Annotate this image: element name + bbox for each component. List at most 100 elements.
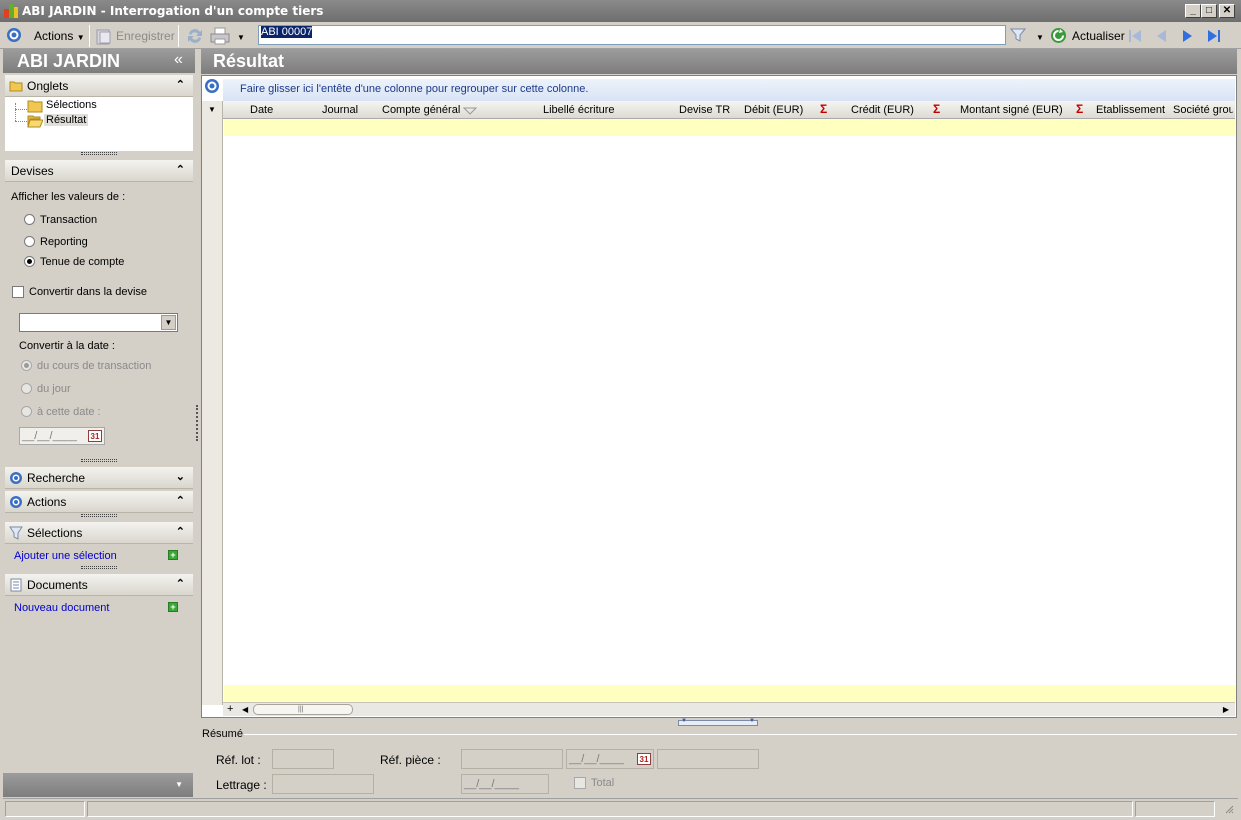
section-documents-title: Documents — [27, 578, 88, 592]
main-header: Résultat — [201, 49, 1237, 74]
piece-extra-field — [657, 749, 759, 769]
new-document-plus-icon[interactable]: + — [168, 602, 178, 612]
section-recherche-header[interactable]: Recherche ⌄ — [5, 467, 193, 489]
actions-menu-label: Actions — [34, 29, 74, 43]
actions-menu-button[interactable]: Actions ▼ — [34, 26, 85, 46]
status-cell — [1135, 801, 1215, 817]
radio-transaction-rate[interactable] — [21, 360, 32, 371]
toolbar-separator — [178, 25, 179, 47]
print-icon[interactable] — [210, 27, 230, 45]
title-bar: ABI JARDIN - Interrogation d'un compte t… — [0, 0, 1241, 22]
sum-montant-icon[interactable]: Σ — [1076, 102, 1083, 116]
calendar-icon[interactable]: 31 — [88, 430, 102, 442]
radio-transaction-rate-label: du cours de transaction — [37, 360, 152, 372]
print-dropdown-icon[interactable]: ▼ — [237, 33, 245, 42]
refresh-icon[interactable] — [1050, 27, 1067, 44]
tree-item-resultat[interactable]: Résultat — [44, 114, 89, 126]
ref-lot-label: Réf. lot : — [216, 753, 261, 767]
horizontal-scrollbar[interactable]: + ◀ ||| ▶ — [223, 702, 1235, 716]
scroll-grip-icon: ||| — [298, 706, 304, 713]
column-header-montant-signe[interactable]: Montant signé (EUR) — [960, 104, 1063, 116]
column-header-debit[interactable]: Débit (EUR) — [744, 104, 803, 116]
column-header-devise-tr[interactable]: Devise TR — [679, 104, 730, 116]
minimize-button[interactable]: _ — [1185, 4, 1201, 18]
sync-icon[interactable] — [186, 27, 204, 45]
column-header-journal[interactable]: Journal — [322, 104, 358, 116]
group-by-hint: Faire glisser ici l'entête d'une colonne… — [240, 83, 589, 95]
refresh-button[interactable]: Actualiser — [1072, 26, 1125, 46]
new-document-link[interactable]: Nouveau document — [14, 602, 109, 614]
collapse-panel-button[interactable]: « — [174, 51, 183, 69]
piece-date-placeholder: __/__/____ — [569, 753, 625, 765]
close-button[interactable]: ✕ — [1219, 4, 1235, 18]
section-tabs-header[interactable]: Onglets ⌃ — [5, 75, 193, 97]
piece-date-field: __/__/____ 31 — [566, 749, 654, 769]
section-actions-header[interactable]: Actions ⌃ — [5, 491, 193, 513]
column-header-date[interactable]: Date — [250, 104, 273, 116]
first-record-icon[interactable] — [1127, 28, 1143, 44]
toolbar-separator — [89, 25, 90, 47]
scroll-left-arrow[interactable]: ◀ — [242, 705, 248, 714]
radio-transaction[interactable] — [24, 214, 35, 225]
radio-transaction-label: Transaction — [40, 214, 98, 226]
section-devises-header[interactable]: Devises ⌃ — [5, 160, 193, 182]
add-row-button[interactable]: + — [227, 703, 233, 715]
column-header-libelle-ecriture[interactable]: Libellé écriture — [543, 104, 615, 116]
vertical-splitter-grip[interactable] — [196, 405, 198, 441]
maximize-button[interactable]: □ — [1201, 4, 1217, 18]
bottom-splitter-handle[interactable]: ▼ ▼ — [678, 718, 758, 726]
sum-credit-icon[interactable]: Σ — [933, 102, 940, 116]
previous-record-icon[interactable] — [1153, 28, 1169, 44]
filter-dropdown-icon[interactable]: ▼ — [1036, 33, 1044, 42]
column-header-credit[interactable]: Crédit (EUR) — [851, 104, 914, 116]
last-record-icon[interactable] — [1206, 28, 1222, 44]
grid-options-icon[interactable] — [204, 78, 220, 94]
resize-grip-icon[interactable] — [1224, 804, 1234, 814]
account-search-input[interactable]: ABI 00007 — [258, 25, 1006, 45]
radio-today[interactable] — [21, 383, 32, 394]
filter-icon[interactable] — [1009, 27, 1027, 43]
currency-select[interactable]: ▼ — [19, 313, 178, 332]
lettrage-date-placeholder: __/__/____ — [464, 778, 520, 790]
chevron-down-icon[interactable]: ▼ — [175, 780, 183, 789]
tree-item-selections[interactable]: Sélections — [46, 99, 97, 111]
radio-reporting[interactable] — [24, 236, 35, 247]
convert-date-input[interactable]: __/__/____ 31 — [19, 427, 105, 445]
add-selection-link[interactable]: Ajouter une sélection — [14, 550, 117, 562]
radio-tenue-de-compte-label: Tenue de compte — [40, 256, 125, 268]
radio-tenue-de-compte[interactable] — [24, 256, 35, 267]
convert-date-label: Convertir à la date : — [19, 340, 115, 352]
target-icon[interactable] — [6, 27, 22, 43]
add-selection-plus-icon[interactable]: + — [168, 550, 178, 560]
splitter-grip[interactable] — [81, 566, 117, 569]
section-selections-header[interactable]: Sélections ⌃ — [5, 522, 193, 544]
left-panel-footer: ▼ — [3, 773, 193, 797]
splitter-grip[interactable] — [81, 152, 117, 155]
section-documents-header[interactable]: Documents ⌃ — [5, 574, 193, 596]
column-header-societe-groupe[interactable]: Société grou — [1173, 104, 1233, 116]
group-by-area[interactable]: Faire glisser ici l'entête d'une colonne… — [223, 79, 1235, 101]
chevron-up-icon: ⌃ — [175, 164, 185, 176]
radio-reporting-label: Reporting — [40, 236, 88, 248]
sum-debit-icon[interactable]: Σ — [820, 102, 827, 116]
next-record-icon[interactable] — [1180, 28, 1196, 44]
scroll-right-arrow[interactable]: ▶ — [1223, 705, 1229, 714]
column-header-etablissement[interactable]: Etablissement — [1096, 104, 1165, 116]
filter-row[interactable] — [224, 119, 1235, 136]
scroll-thumb[interactable]: ||| — [253, 704, 353, 715]
company-header: ABI JARDIN « — [3, 49, 195, 73]
splitter-grip[interactable] — [81, 459, 117, 462]
column-chooser-icon[interactable]: ▼ — [208, 105, 216, 114]
row-indicator-gutter: ▼ — [202, 101, 223, 705]
lettrage-label: Lettrage : — [216, 778, 267, 792]
column-header-compte-general[interactable]: Compte général — [382, 104, 460, 116]
column-header-row: Date Journal Compte général Libellé écri… — [223, 101, 1235, 119]
main-title: Résultat — [213, 51, 285, 71]
convert-currency-checkbox[interactable] — [12, 286, 24, 298]
ref-piece-label: Réf. pièce : — [380, 753, 441, 767]
splitter-grip[interactable] — [81, 514, 117, 517]
save-button[interactable]: Enregistrer — [116, 26, 175, 46]
radio-this-date[interactable] — [21, 406, 32, 417]
lettrage-date-field: __/__/____ — [461, 774, 549, 794]
account-search-value: ABI 00007 — [261, 26, 313, 38]
